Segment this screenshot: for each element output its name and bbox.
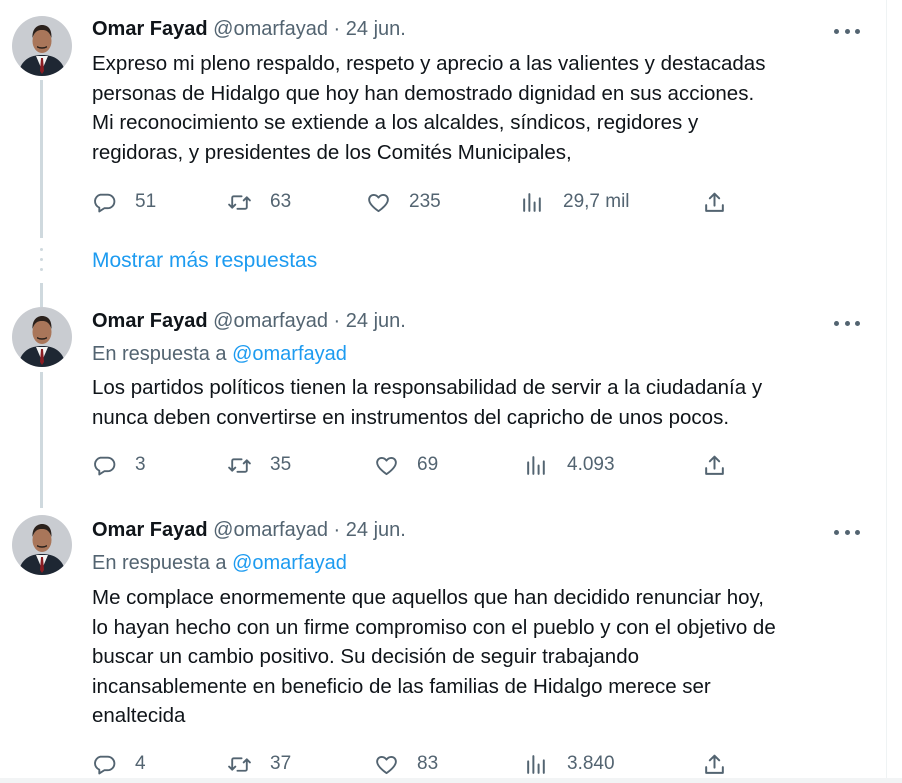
retweet-icon	[228, 457, 251, 473]
reply-prefix: En respuesta a	[92, 552, 233, 574]
reply-mention-link[interactable]: @omarfayad	[232, 343, 347, 365]
heart-icon	[376, 755, 397, 774]
retweet-count: 35	[270, 454, 292, 475]
share-button[interactable]	[702, 752, 745, 776]
tweet-date[interactable]: 24 jun.	[346, 519, 406, 541]
retweet-button[interactable]: 37	[227, 752, 291, 776]
tweet-date[interactable]: 24 jun.	[346, 310, 406, 332]
reply-icon	[94, 456, 116, 475]
tweet-header: Omar Fayad @omarfayad · 24 jun.	[92, 16, 406, 42]
author-handle[interactable]: @omarfayad	[213, 310, 328, 332]
tweet-text-line: incansablemente en beneficio de las fami…	[92, 674, 711, 698]
like-count: 235	[409, 191, 441, 212]
author-name[interactable]: Omar Fayad	[92, 519, 208, 541]
tweet-text-line: personas de Hidalgo que hoy han demostra…	[92, 81, 755, 105]
retweet-button[interactable]: 63	[227, 190, 291, 214]
like-count: 83	[417, 753, 439, 774]
reply-count: 3	[135, 454, 146, 475]
tweet-text-line: Los partidos políticos tienen la respons…	[92, 376, 763, 399]
retweet-count: 63	[270, 191, 292, 212]
views-button[interactable]: 29,7 mil	[520, 190, 630, 214]
separator: ·	[333, 519, 341, 541]
reply-count: 51	[135, 191, 157, 212]
views-icon	[523, 192, 541, 212]
author-name[interactable]: Omar Fayad	[92, 310, 208, 332]
views-count: 3.840	[567, 753, 615, 774]
like-count: 69	[417, 454, 439, 475]
views-button[interactable]: 3.840	[524, 752, 615, 776]
more-icon[interactable]	[834, 522, 860, 542]
tweet-text-line: enaltecida	[92, 704, 186, 727]
tweet-actions: 4 37 83 3.840	[92, 752, 742, 776]
show-more-replies-link[interactable]: Mostrar más respuestas	[92, 247, 317, 275]
retweet-icon	[228, 194, 251, 210]
retweet-icon	[228, 756, 251, 772]
retweet-button[interactable]: 35	[227, 453, 291, 477]
tweet-actions: 51 63 235 29,7 mil	[92, 190, 742, 214]
share-icon	[705, 455, 724, 475]
reply-prefix: En respuesta a	[92, 343, 233, 365]
separator: ·	[333, 18, 341, 40]
reply-button[interactable]: 3	[92, 453, 146, 477]
tweet-text: Me complace enormemente que aquellos que…	[92, 583, 872, 731]
avatar[interactable]	[12, 16, 72, 76]
tweet-header: Omar Fayad @omarfayad · 24 jun.	[92, 517, 406, 543]
tweet-text-line: nunca deben convertirse en instrumentos …	[92, 405, 730, 429]
tweet-actions: 3 35 69 4.093	[92, 453, 742, 477]
avatar[interactable]	[12, 515, 72, 575]
tweet-text: Los partidos políticos tienen la respons…	[92, 373, 872, 432]
tweet-header: Omar Fayad @omarfayad · 24 jun.	[92, 308, 406, 334]
like-button[interactable]: 235	[366, 190, 441, 214]
more-icon[interactable]	[834, 313, 860, 333]
heart-icon	[376, 456, 397, 475]
more-icon[interactable]	[834, 21, 860, 41]
separator: ·	[333, 310, 341, 332]
tweet-date[interactable]: 24 jun.	[346, 18, 406, 40]
author-handle[interactable]: @omarfayad	[213, 18, 328, 40]
share-button[interactable]	[702, 453, 745, 477]
tweet[interactable]: Omar Fayad @omarfayad · 24 jun. Expreso …	[0, 0, 886, 240]
reply-button[interactable]: 4	[92, 752, 146, 776]
tweet-text-line: regidoras, y presidentes de los Comités …	[92, 140, 572, 164]
reply-icon	[94, 193, 116, 212]
tweet-text-line: Expreso mi pleno respaldo, respeto y apr…	[92, 52, 766, 75]
reply-context: En respuesta a @omarfayad	[92, 550, 347, 576]
reply-button[interactable]: 51	[92, 190, 156, 214]
avatar[interactable]	[12, 307, 72, 367]
like-button[interactable]: 83	[374, 752, 438, 776]
thread-ellipsis	[40, 248, 43, 278]
tweet-text: Expreso mi pleno respaldo, respeto y apr…	[92, 49, 872, 167]
share-icon	[705, 192, 724, 212]
reply-icon	[94, 755, 116, 774]
reply-count: 4	[135, 753, 146, 774]
like-button[interactable]: 69	[374, 453, 438, 477]
views-button[interactable]: 4.093	[524, 453, 615, 477]
reply-context: En respuesta a @omarfayad	[92, 341, 347, 367]
bottom-divider	[0, 778, 902, 783]
views-count: 29,7 mil	[563, 191, 630, 212]
heart-icon	[368, 193, 389, 212]
share-icon	[705, 754, 724, 774]
views-icon	[527, 754, 545, 774]
tweet-text-line: Me complace enormemente que aquellos que…	[92, 586, 764, 609]
tweet-text-line: buscar un cambio positivo. Su decisión d…	[92, 645, 639, 668]
tweet-text-line: lo hayan hecho con un firme compromiso c…	[92, 615, 776, 639]
reply-mention-link[interactable]: @omarfayad	[232, 552, 347, 574]
share-button[interactable]	[702, 190, 745, 214]
views-count: 4.093	[567, 454, 615, 475]
views-icon	[527, 455, 545, 475]
tweet[interactable]: Omar Fayad @omarfayad · 24 jun. En respu…	[0, 500, 886, 783]
retweet-count: 37	[270, 753, 292, 774]
column-border	[886, 0, 887, 783]
author-name[interactable]: Omar Fayad	[92, 18, 208, 40]
tweet-text-line: Mi reconocimiento se extiende a los alca…	[92, 111, 699, 134]
timeline: Omar Fayad @omarfayad · 24 jun. Expreso …	[0, 0, 902, 783]
author-handle[interactable]: @omarfayad	[213, 519, 328, 541]
tweet[interactable]: Omar Fayad @omarfayad · 24 jun. En respu…	[0, 290, 886, 510]
